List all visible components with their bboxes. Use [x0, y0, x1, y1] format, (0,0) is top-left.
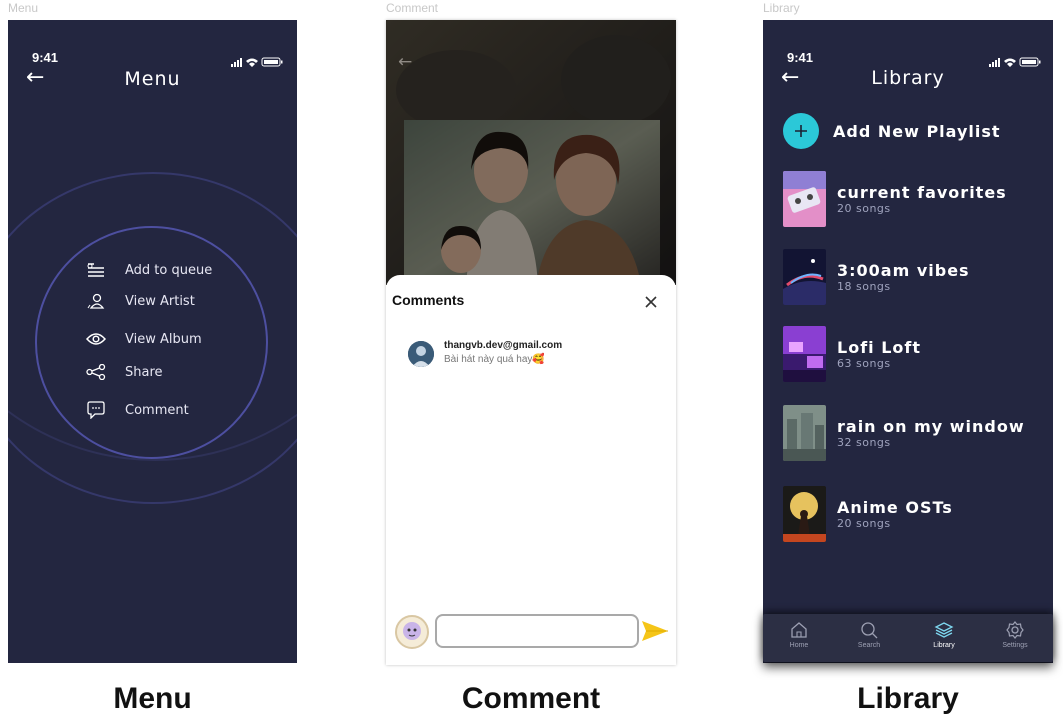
playlist-item[interactable]: Lofi Loft 63 songs	[783, 326, 921, 382]
avatar	[408, 341, 434, 367]
menu-item-label: Comment	[125, 402, 189, 418]
add-playlist-label: Add New Playlist	[833, 121, 1001, 141]
menu-item-label: View Artist	[125, 293, 195, 309]
playlist-cover	[783, 249, 826, 305]
menu-item-view-album[interactable]: View Album	[84, 327, 202, 351]
status-time: 9:41	[787, 50, 814, 65]
tab-search[interactable]: Search	[839, 620, 899, 649]
tab-label: Search	[857, 642, 881, 649]
add-new-playlist-button[interactable]: Add New Playlist	[783, 113, 1001, 149]
bottom-tab-bar: Home Search Library Settings	[763, 614, 1053, 662]
menu-item-share[interactable]: Share	[84, 360, 163, 384]
playlist-item[interactable]: rain on my window 32 songs	[783, 405, 1025, 461]
playlist-item[interactable]: current favorites 20 songs	[783, 171, 1007, 227]
sheet-title: Comments	[392, 292, 465, 308]
queue-icon	[84, 258, 108, 282]
menu-item-label: Add to queue	[125, 262, 213, 278]
comment-username: thangvb.dev@gmail.com	[444, 340, 563, 351]
caption-menu: Menu	[113, 682, 192, 715]
menu-screen: 9:41 ← Menu Add to queue View Artist Vie…	[8, 20, 297, 663]
tab-home[interactable]: Home	[769, 620, 829, 649]
playlist-item[interactable]: Anime OSTs 20 songs	[783, 486, 953, 542]
search-icon	[861, 622, 878, 639]
frame-label-menu: Menu	[8, 1, 39, 15]
tab-label: Settings	[1002, 642, 1028, 649]
comment-screen: ← Comments thangvb.dev@gmail.com Bài hát…	[386, 20, 676, 665]
playlist-name: Lofi Loft	[837, 338, 921, 357]
avatar	[395, 615, 429, 649]
comment-input[interactable]	[435, 614, 639, 648]
tab-label: Library	[933, 642, 955, 649]
menu-item-add-to-queue[interactable]: Add to queue	[84, 258, 212, 282]
comment-text: Bài hát này quá hay🥰	[444, 354, 545, 365]
comment-icon	[84, 398, 108, 422]
playlist-cover	[783, 405, 826, 461]
page-title: Library	[871, 67, 945, 89]
menu-item-label: Share	[125, 364, 163, 380]
playlist-song-count: 20 songs	[837, 517, 891, 530]
eye-icon	[84, 327, 108, 351]
tab-label: Home	[789, 642, 809, 649]
gear-icon	[1006, 621, 1024, 639]
caption-comment: Comment	[461, 682, 601, 715]
playlist-cover	[783, 326, 826, 382]
playlist-name: rain on my window	[837, 417, 1025, 436]
playlist-name: current favorites	[837, 183, 1007, 202]
tab-library[interactable]: Library	[914, 620, 974, 649]
menu-item-comment[interactable]: Comment	[84, 398, 189, 422]
playlist-song-count: 20 songs	[837, 202, 891, 215]
comments-sheet: Comments thangvb.dev@gmail.com Bài hát n…	[386, 275, 676, 665]
close-icon[interactable]	[642, 293, 660, 311]
plus-icon	[783, 113, 819, 149]
playlist-song-count: 18 songs	[837, 280, 891, 293]
playlist-cover	[783, 171, 826, 227]
back-button[interactable]: ←	[398, 52, 412, 72]
playlist-item[interactable]: 3:00am vibes 18 songs	[783, 249, 970, 305]
playlist-cover	[783, 486, 826, 542]
frame-label-library: Library	[763, 1, 800, 15]
dim-overlay	[386, 20, 676, 285]
playlist-song-count: 32 songs	[837, 436, 891, 449]
caption-library: Library	[857, 682, 959, 715]
menu-item-view-artist[interactable]: View Artist	[84, 289, 195, 313]
share-icon	[84, 360, 108, 384]
send-icon[interactable]	[641, 619, 669, 643]
artist-icon	[84, 289, 108, 313]
playlist-name: Anime OSTs	[837, 498, 953, 517]
library-screen: 9:41 ← Library Add New Playlist current …	[763, 20, 1053, 663]
frame-label-comment: Comment	[386, 1, 439, 15]
layers-icon	[934, 622, 954, 638]
playlist-name: 3:00am vibes	[837, 261, 970, 280]
playlist-song-count: 63 songs	[837, 357, 891, 370]
tab-settings[interactable]: Settings	[985, 620, 1045, 649]
menu-item-label: View Album	[125, 331, 202, 347]
home-icon	[791, 622, 807, 638]
